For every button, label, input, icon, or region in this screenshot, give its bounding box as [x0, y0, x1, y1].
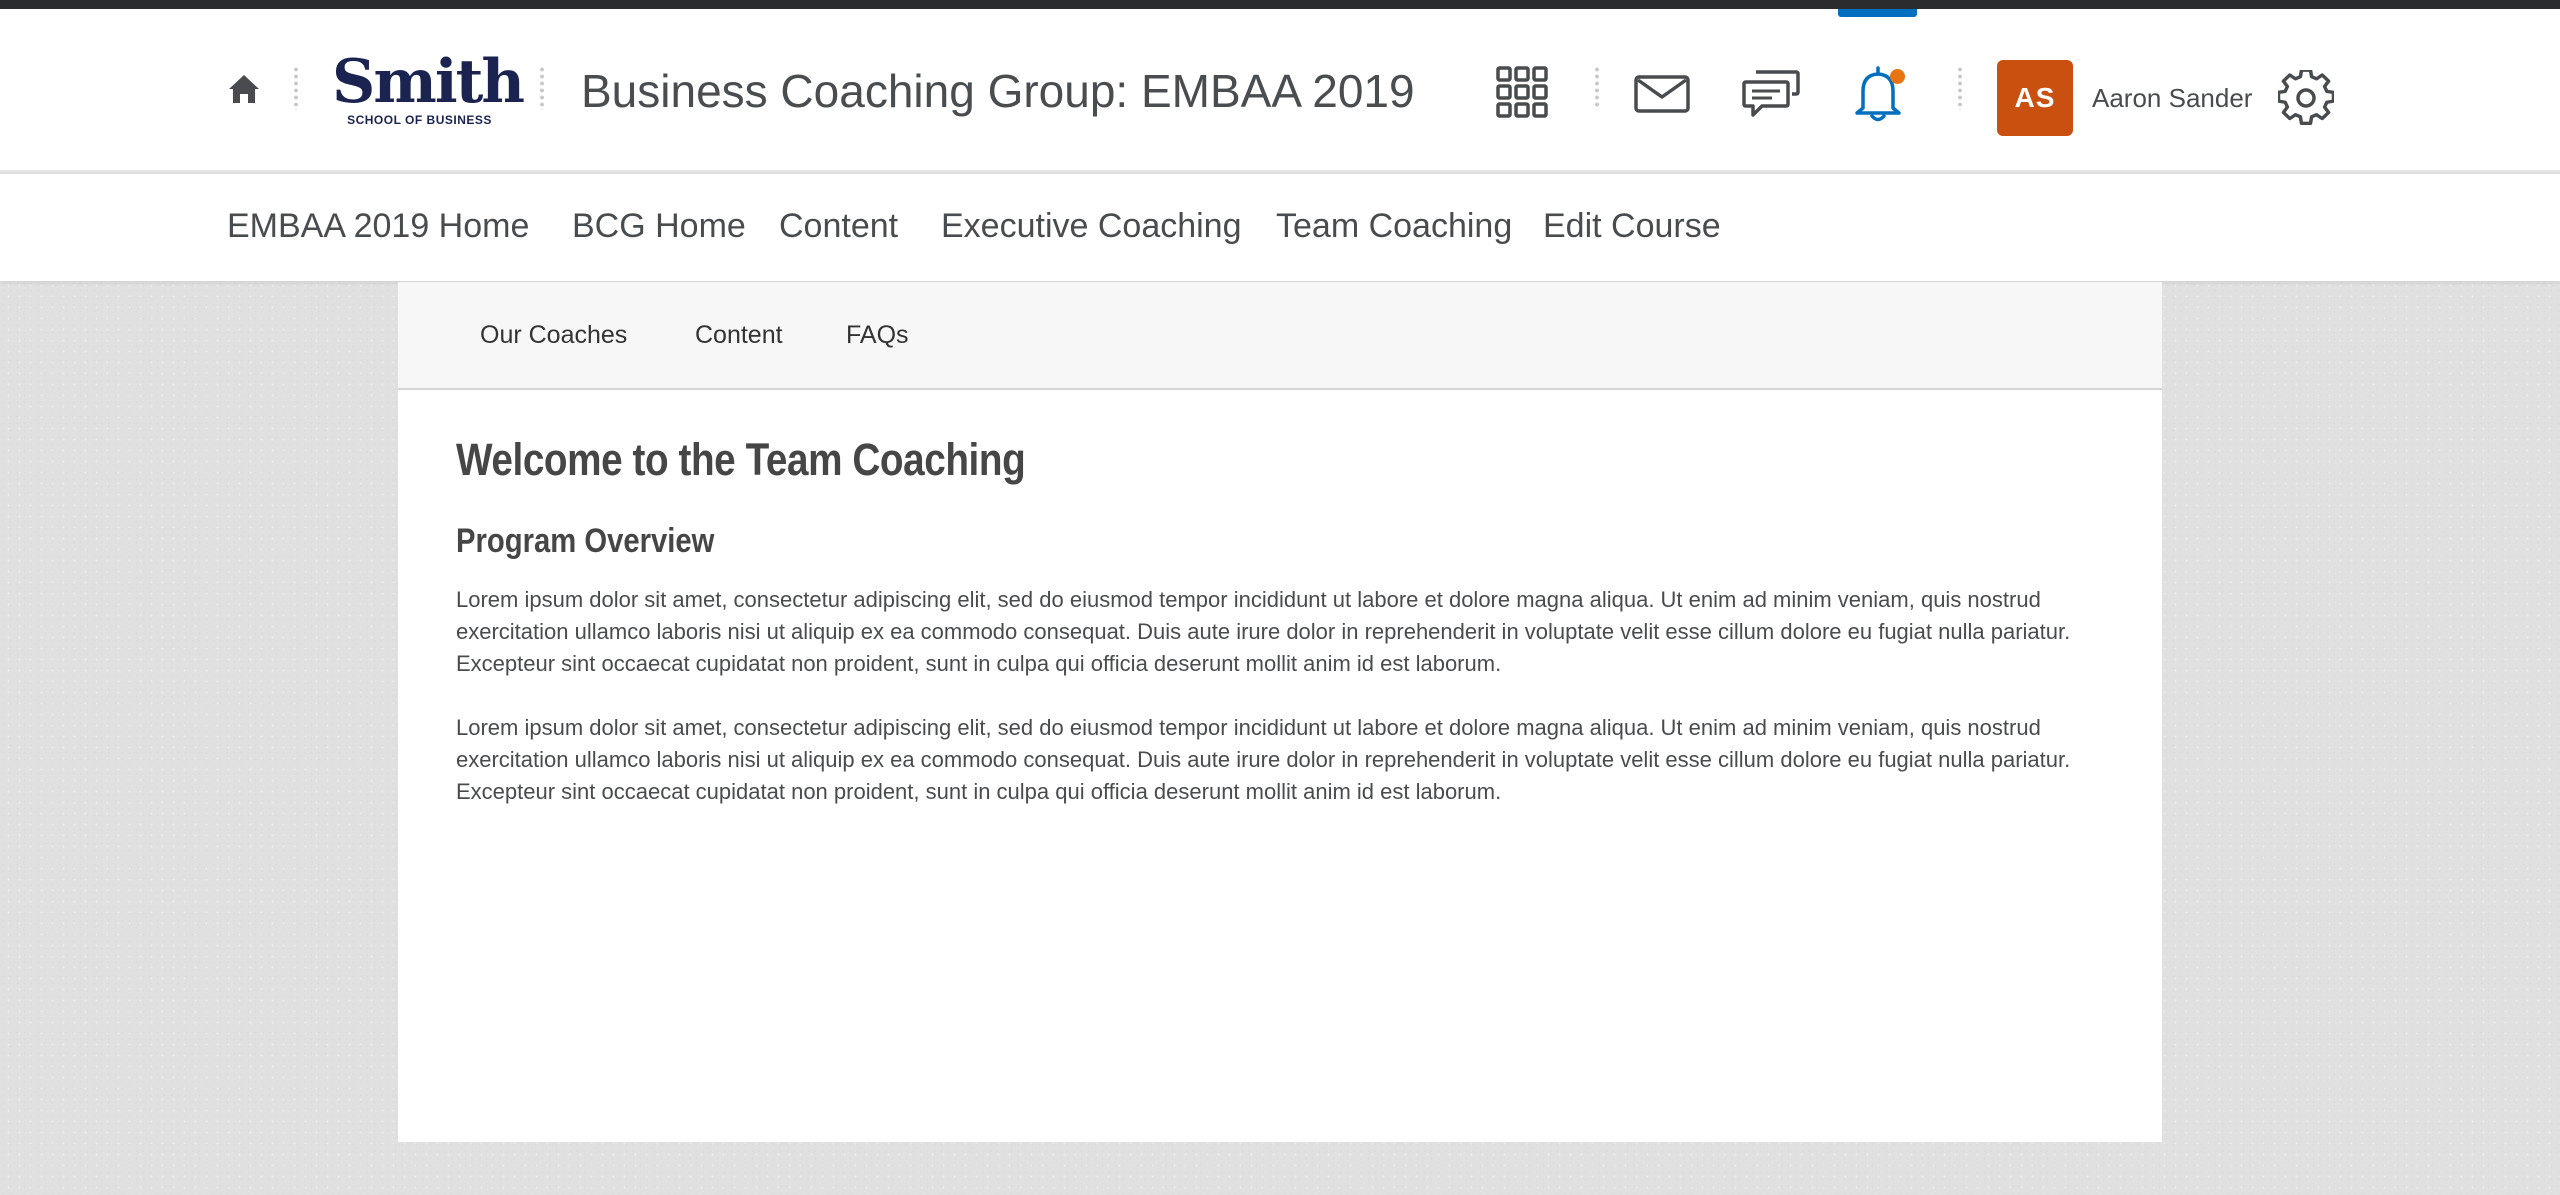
course-title[interactable]: Business Coaching Group: EMBAA 2019 — [581, 63, 1415, 119]
nav-item-bcg-home[interactable]: BCG Home — [572, 204, 746, 248]
subnav-item-our-coaches[interactable]: Our Coaches — [480, 318, 627, 352]
user-name[interactable]: Aaron Sander — [2092, 81, 2252, 115]
body-paragraph: Lorem ipsum dolor sit amet, consectetur … — [456, 715, 2071, 804]
header: Smith SCHOOL OF BUSINESS Business Coachi… — [0, 9, 2560, 172]
mail-icon[interactable] — [1634, 75, 1690, 113]
header-divider — [1958, 66, 1962, 110]
header-divider — [1595, 66, 1599, 110]
nav-item-edit-course[interactable]: Edit Course — [1543, 204, 1721, 248]
body-paragraph: Lorem ipsum dolor sit amet, consectetur … — [456, 587, 2071, 676]
school-logo[interactable]: Smith SCHOOL OF BUSINESS — [332, 47, 525, 131]
home-icon[interactable] — [227, 73, 261, 105]
top-border — [0, 0, 2560, 9]
course-navbar: EMBAA 2019 Home BCG Home Content Executi… — [0, 174, 2560, 281]
header-divider — [294, 66, 298, 110]
subnav-item-faqs[interactable]: FAQs — [846, 318, 909, 352]
app-grid-icon[interactable] — [1496, 66, 1548, 118]
sub-navigation: Our Coaches Content FAQs — [398, 282, 2162, 390]
nav-item-team-coaching[interactable]: Team Coaching — [1276, 204, 1512, 248]
logo-name: Smith — [332, 47, 525, 117]
header-divider — [540, 66, 544, 110]
user-avatar[interactable]: AS — [1997, 60, 2073, 136]
gear-icon[interactable] — [2278, 70, 2334, 126]
content-panel: Our Coaches Content FAQs Welcome to the … — [398, 282, 2162, 1142]
nav-item-executive-coaching[interactable]: Executive Coaching — [941, 204, 1242, 248]
section-heading: Program Overview — [456, 522, 715, 560]
page-title: Welcome to the Team Coaching — [456, 434, 1026, 485]
notification-active-indicator — [1838, 9, 1917, 17]
notification-dot — [1890, 69, 1905, 84]
logo-subtitle: SCHOOL OF BUSINESS — [347, 113, 492, 127]
chat-icon[interactable] — [1742, 64, 1800, 122]
nav-item-content[interactable]: Content — [779, 204, 898, 248]
subnav-item-content[interactable]: Content — [695, 318, 783, 352]
nav-item-embaa-home[interactable]: EMBAA 2019 Home — [227, 204, 529, 248]
